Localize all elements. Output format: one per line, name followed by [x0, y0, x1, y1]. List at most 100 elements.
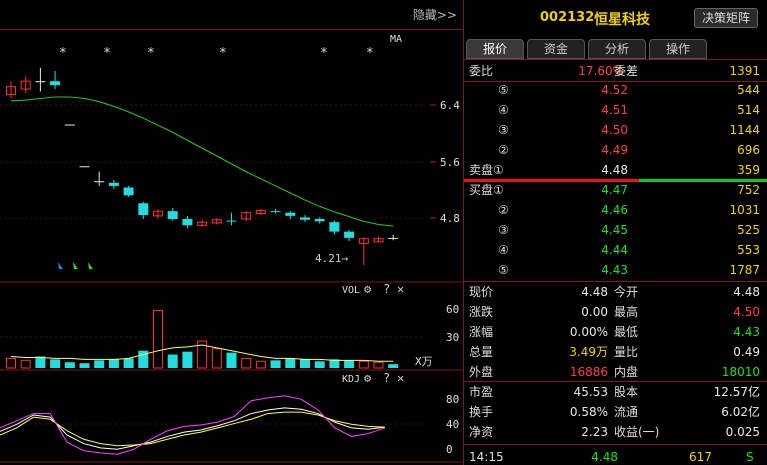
- quote-row: 换手 0.58% 流通 6.02亿: [464, 402, 767, 422]
- order-ratio-label: 委比: [469, 64, 494, 78]
- ma-label: MA: [390, 34, 402, 45]
- ask-level: ①: [493, 163, 504, 177]
- signal-arrow-icon: [88, 262, 93, 269]
- quote-value: 4.43: [733, 325, 760, 339]
- volume-bar: [182, 351, 193, 368]
- event-star-marker[interactable]: *: [103, 46, 111, 61]
- event-star-marker[interactable]: *: [219, 46, 227, 61]
- quote-label: 股本: [614, 385, 639, 399]
- tab-funds[interactable]: 资金: [527, 39, 585, 59]
- vol-panel-label: VOL: [342, 285, 360, 296]
- bid-price: 4.44: [601, 243, 628, 257]
- quote-label: 收益(一): [614, 425, 660, 439]
- chart-canvas[interactable]: MA 6.4 5.6 4.8 * * * * * * 4.21→ VOL ⚙ ?…: [0, 0, 463, 465]
- bid-level: ③: [498, 223, 509, 237]
- ask-label: 卖盘①: [469, 160, 504, 180]
- candle-body: [388, 237, 399, 239]
- event-star-marker[interactable]: *: [147, 46, 155, 61]
- candle-body: [314, 219, 325, 222]
- trade-side: S: [746, 450, 754, 464]
- volume-bar: [64, 362, 75, 368]
- volume-bar: [314, 361, 325, 368]
- volume-bar: [94, 360, 105, 368]
- kdj-d-line: [0, 411, 386, 447]
- bid-price: 4.46: [601, 203, 628, 217]
- tab-analysis[interactable]: 分析: [588, 39, 646, 59]
- bid-price: 4.47: [601, 183, 628, 197]
- quote-value: 4.48: [581, 285, 608, 299]
- quote-value: 4.48: [733, 285, 760, 299]
- ask-row-2[interactable]: ② 4.49 696: [464, 140, 767, 160]
- candle-series: [6, 67, 399, 266]
- volume-bar: [373, 361, 384, 369]
- quote-label: 总量: [469, 345, 494, 359]
- bid-price: 4.45: [601, 223, 628, 237]
- quote-value: 0.00: [581, 305, 608, 319]
- last-trade-row[interactable]: 14:15 4.48 617 S: [464, 447, 767, 465]
- candle-body: [329, 222, 340, 232]
- volume-ma-line: [10, 344, 394, 362]
- volume-bar: [108, 359, 119, 368]
- quote-label: 量比: [614, 345, 639, 359]
- gear-icon[interactable]: ⚙: [364, 282, 372, 296]
- quote-label: 净资: [469, 425, 494, 439]
- event-star-marker[interactable]: *: [320, 46, 328, 61]
- ask-row-5[interactable]: ⑤ 4.52 544: [464, 80, 767, 100]
- quote-value: 4.50: [733, 305, 760, 319]
- quote-value: 6.02亿: [721, 405, 760, 419]
- low-price-annotation: 4.21→: [315, 252, 348, 265]
- candle-body: [300, 217, 310, 220]
- quote-label: 最低: [614, 325, 639, 339]
- kdj-panel-label: KDJ: [342, 374, 360, 385]
- help-icon[interactable]: ?: [383, 371, 390, 385]
- bid-row-2[interactable]: ② 4.46 1031: [464, 200, 767, 220]
- close-icon[interactable]: ✕: [397, 282, 404, 296]
- quote-row: 现价 4.48 今开 4.48: [464, 282, 767, 302]
- volume-bar: [388, 364, 399, 368]
- bid-price: 4.43: [601, 263, 628, 277]
- ask-volume: 1144: [729, 123, 760, 137]
- ask-row-1[interactable]: 卖盘① 4.48 359: [464, 160, 767, 180]
- candle-body: [226, 220, 237, 222]
- quote-value: 0.00%: [569, 325, 608, 339]
- quote-value: 3.49万: [569, 345, 608, 359]
- help-icon[interactable]: ?: [383, 282, 390, 296]
- event-star-marker[interactable]: *: [366, 46, 374, 61]
- tab-trade[interactable]: 操作: [649, 39, 707, 59]
- event-star-marker[interactable]: *: [59, 46, 67, 61]
- ask-price: 4.48: [601, 163, 628, 177]
- candle-body: [344, 231, 355, 238]
- candle-body: [270, 211, 281, 213]
- tab-quote[interactable]: 报价: [466, 39, 524, 59]
- ask-price: 4.52: [601, 83, 628, 97]
- bid-row-4[interactable]: ④ 4.44 553: [464, 240, 767, 260]
- bid-row-3[interactable]: ③ 4.45 525: [464, 220, 767, 240]
- volume-bar: [344, 360, 355, 368]
- gear-icon[interactable]: ⚙: [364, 371, 372, 385]
- bid-row-1[interactable]: 买盘① 4.47 752: [464, 180, 767, 200]
- volume-bar: [123, 358, 134, 368]
- kdj-y-tick: 0: [446, 443, 453, 456]
- close-icon[interactable]: ✕: [397, 371, 404, 385]
- quote-label: 最高: [614, 305, 639, 319]
- volume-series: [6, 309, 399, 369]
- stock-code: 002132: [540, 10, 595, 25]
- bid-level: ⑤: [498, 263, 509, 277]
- bid-row-5[interactable]: ⑤ 4.43 1787: [464, 260, 767, 280]
- ask-level: ③: [498, 123, 509, 137]
- decision-matrix-button[interactable]: 决策矩阵: [694, 8, 758, 28]
- ask-row-4[interactable]: ④ 4.51 514: [464, 100, 767, 120]
- volume-bar: [79, 363, 90, 368]
- ask-level: ④: [498, 103, 509, 117]
- chart-area[interactable]: 隐藏>> MA 6.4 5.6 4.8 * * * * * * 4.21→ VO…: [0, 0, 463, 465]
- quote-row: 净资 2.23 收益(一) 0.025: [464, 422, 767, 442]
- ask-price: 4.50: [601, 123, 628, 137]
- signal-arrow-icon: [58, 262, 63, 269]
- kdj-y-tick: 80: [446, 393, 459, 406]
- candle-body: [182, 219, 193, 226]
- bid-volume: 525: [737, 223, 760, 237]
- trade-price: 4.48: [591, 450, 618, 464]
- ask-row-3[interactable]: ③ 4.50 1144: [464, 120, 767, 140]
- bid-level: ④: [498, 243, 509, 257]
- volume-bar: [211, 348, 222, 369]
